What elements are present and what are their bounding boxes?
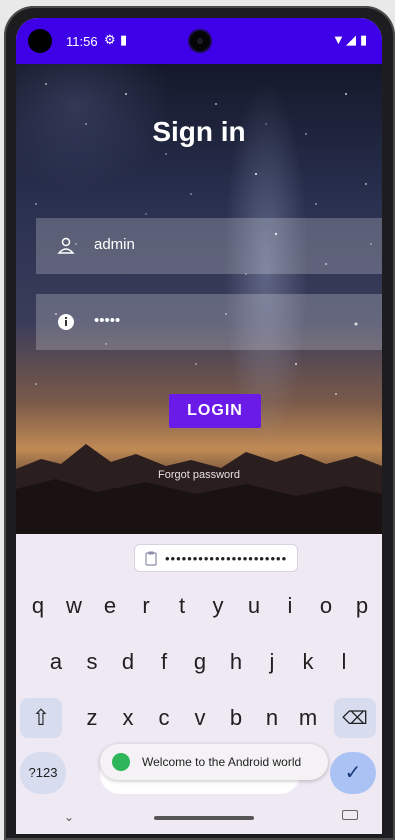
key-w[interactable]: w [58,586,90,626]
signal-icon: ◢ [346,32,356,47]
key-h[interactable]: h [220,642,252,682]
settings-icon: ⚙ [104,32,116,47]
battery-icon: ▮ [360,32,368,47]
forgot-password-link[interactable]: Forgot password [16,469,382,481]
status-time: 11:56 [66,34,98,49]
key-b[interactable]: b [220,698,252,738]
sign-in-background: Sign in admin ••••• LOGIN Forgot passwor… [16,64,382,534]
key-j[interactable]: j [256,642,288,682]
symbols-key[interactable]: ?123 [20,752,66,794]
key-s[interactable]: s [76,642,108,682]
key-p[interactable]: p [346,586,378,626]
key-d[interactable]: d [112,642,144,682]
key-e[interactable]: e [94,586,126,626]
username-field[interactable]: admin [36,218,382,274]
username-value: admin [94,236,135,253]
home-handle[interactable] [154,816,254,820]
key-z[interactable]: z [76,698,108,738]
key-n[interactable]: n [256,698,288,738]
clipboard-suggestion[interactable]: •••••••••••••••••••••• [134,544,298,572]
screen: 11:56 ⚙ ▮ ▼ ◢ ▮ Sign in admin ••••• LOGI… [16,18,382,834]
front-sensor [28,29,52,53]
key-y[interactable]: y [202,586,234,626]
key-l[interactable]: l [328,642,360,682]
key-c[interactable]: c [148,698,180,738]
page-title: Sign in [152,116,246,147]
status-bar: 11:56 ⚙ ▮ ▼ ◢ ▮ [16,18,382,64]
key-q[interactable]: q [22,586,54,626]
key-r[interactable]: r [130,586,162,626]
navigation-bar: ⌄ [16,802,382,834]
soft-keyboard: •••••••••••••••••••••• q w e r t y u i o… [16,534,382,834]
key-x[interactable]: x [112,698,144,738]
android-icon [112,753,130,771]
chevron-down-icon[interactable]: ⌄ [64,810,74,824]
key-t[interactable]: t [166,586,198,626]
person-icon [57,237,75,254]
camera-cutout [190,31,210,51]
toast-text: Welcome to the Android world [142,755,302,769]
password-field[interactable]: ••••• [36,294,382,350]
clipboard-icon [145,551,157,566]
wifi-icon: ▼ [332,32,345,47]
login-button[interactable]: LOGIN [169,394,261,428]
enter-key[interactable]: ✓ [330,752,376,794]
suggestion-text: •••••••••••••••••••••• [165,551,288,566]
toast-message: Welcome to the Android world [100,744,328,780]
key-g[interactable]: g [184,642,216,682]
key-f[interactable]: f [148,642,180,682]
shift-key[interactable]: ⇧ [20,698,62,738]
key-i[interactable]: i [274,586,306,626]
key-m[interactable]: m [292,698,324,738]
key-v[interactable]: v [184,698,216,738]
backspace-key[interactable]: ⌫ [334,698,376,738]
key-a[interactable]: a [40,642,72,682]
device-frame: 11:56 ⚙ ▮ ▼ ◢ ▮ Sign in admin ••••• LOGI… [4,6,395,840]
key-u[interactable]: u [238,586,270,626]
keyboard-switch-icon[interactable] [342,810,358,820]
info-icon [58,314,74,330]
key-k[interactable]: k [292,642,324,682]
password-value: ••••• [94,312,121,329]
key-o[interactable]: o [310,586,342,626]
sim-icon: ▮ [120,32,128,47]
